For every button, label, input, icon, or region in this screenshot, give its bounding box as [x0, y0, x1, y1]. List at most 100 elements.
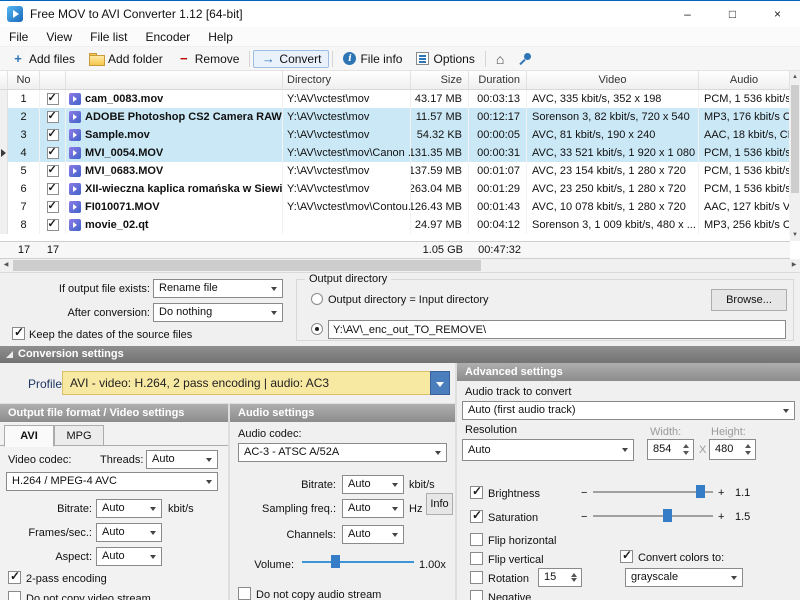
saturation-slider[interactable]	[593, 508, 713, 523]
row-checkbox[interactable]	[47, 183, 59, 195]
file-video-info: AVC, 81 kbit/s, 190 x 240	[527, 126, 699, 144]
brightness-checkbox[interactable]	[470, 486, 483, 499]
home-button[interactable]: ⌂	[489, 50, 511, 68]
row-checkbox[interactable]	[47, 201, 59, 213]
resolution-select[interactable]: Auto	[462, 439, 634, 461]
profile-select[interactable]: AVI - video: H.264, 2 pass encoding | au…	[62, 371, 450, 395]
brightness-slider-thumb[interactable]	[696, 485, 705, 498]
menu-file-list[interactable]: File list	[81, 27, 136, 47]
menu-help[interactable]: Help	[199, 27, 242, 47]
channels-select[interactable]: Auto	[342, 525, 404, 544]
no-copy-video-checkbox[interactable]	[8, 591, 21, 600]
if-output-exists-select[interactable]: Rename file	[153, 279, 283, 298]
scroll-right-icon[interactable]: ▶	[788, 259, 800, 272]
aspect-select[interactable]: Auto	[96, 547, 162, 566]
header-duration[interactable]: Duration	[469, 71, 527, 89]
profile-dropdown-button[interactable]	[430, 371, 450, 395]
rotation-checkbox[interactable]	[470, 571, 483, 584]
scroll-up-icon[interactable]: ▲	[790, 71, 800, 83]
menu-encoder[interactable]: Encoder	[136, 27, 199, 47]
saturation-checkbox[interactable]	[470, 510, 483, 523]
row-checkbox[interactable]	[47, 147, 59, 159]
row-checkbox[interactable]	[47, 93, 59, 105]
scroll-left-icon[interactable]: ◀	[0, 259, 12, 272]
horizontal-scrollbar[interactable]: ◀ ▶	[0, 259, 800, 272]
file-info-button[interactable]: i File info	[336, 50, 409, 68]
header-video[interactable]: Video	[527, 71, 699, 89]
audio-bitrate-select[interactable]: Auto	[342, 475, 404, 494]
browse-button[interactable]: Browse...	[711, 289, 787, 311]
audio-bitrate-label: Bitrate:	[230, 479, 336, 492]
width-input[interactable]: 854	[647, 439, 694, 460]
video-codec-select[interactable]: H.264 / MPEG-4 AVC	[6, 472, 218, 491]
tab-mpg[interactable]: MPG	[54, 425, 104, 446]
same-directory-radio[interactable]	[311, 293, 323, 305]
minimize-button[interactable]: –	[665, 1, 710, 27]
framerate-select[interactable]: Auto	[96, 523, 162, 542]
close-button[interactable]: ×	[755, 1, 800, 27]
video-bitrate-select[interactable]: Auto	[96, 499, 162, 518]
custom-directory-radio[interactable]	[311, 323, 323, 335]
file-row-current[interactable]: 4 MVI_0054.MOV Y:\AV\vctest\mov\Canon ..…	[0, 144, 790, 162]
two-pass-checkbox[interactable]	[8, 571, 21, 584]
file-size: 11.57 MB	[411, 108, 469, 126]
scroll-down-icon[interactable]: ▼	[790, 229, 800, 241]
flip-horizontal-checkbox[interactable]	[470, 533, 483, 546]
file-row[interactable]: 7 FI010071.MOV Y:\AV\vctest\mov\Contou..…	[0, 198, 790, 216]
row-checkbox[interactable]	[47, 129, 59, 141]
file-name-cell: Sample.mov	[66, 126, 283, 144]
conversion-settings-bar[interactable]: Conversion settings	[0, 346, 800, 363]
row-checkbox[interactable]	[47, 219, 59, 231]
file-row[interactable]: 6 XII-wieczna kaplica romańska w Siewier…	[0, 180, 790, 198]
remove-button[interactable]: − Remove	[170, 50, 247, 68]
info-button[interactable]: Info	[426, 493, 453, 515]
saturation-slider-thumb[interactable]	[663, 509, 672, 522]
file-list-header: No Directory Size Duration Video Audio	[0, 71, 790, 90]
file-row[interactable]: 8 movie_02.qt 24.97 MB 00:04:12 Sorenson…	[0, 216, 790, 234]
flip-vertical-checkbox[interactable]	[470, 552, 483, 565]
add-files-button[interactable]: + Add files	[4, 50, 82, 68]
header-size[interactable]: Size	[411, 71, 469, 89]
horizontal-scroll-thumb[interactable]	[13, 260, 481, 271]
rotation-input[interactable]: 15	[538, 568, 582, 587]
audio-codec-select[interactable]: AC-3 - ATSC A/52A	[238, 443, 447, 462]
file-row[interactable]: 2 ADOBE Photoshop CS2 Camera RAW Tut... …	[0, 108, 790, 126]
file-size: 263.04 MB	[411, 180, 469, 198]
vertical-scrollbar[interactable]: ▲ ▼	[790, 71, 800, 241]
after-conversion-select[interactable]: Do nothing	[153, 303, 283, 322]
convert-colors-checkbox[interactable]	[620, 550, 633, 563]
volume-label: Volume:	[230, 559, 294, 572]
menu-file[interactable]: File	[0, 27, 37, 47]
output-path-input[interactable]	[328, 320, 786, 339]
brightness-slider[interactable]	[593, 484, 713, 499]
header-audio[interactable]: Audio	[699, 71, 790, 89]
row-checkbox[interactable]	[47, 111, 59, 123]
height-input[interactable]: 480	[709, 439, 756, 460]
header-checkbox[interactable]	[40, 71, 66, 89]
pin-button[interactable]	[511, 50, 539, 68]
negative-checkbox[interactable]	[470, 590, 483, 600]
menu-view[interactable]: View	[37, 27, 81, 47]
audio-track-select[interactable]: Auto (first audio track)	[462, 401, 795, 420]
volume-slider-thumb[interactable]	[331, 555, 340, 568]
sampling-select[interactable]: Auto	[342, 499, 404, 518]
volume-slider[interactable]	[302, 554, 414, 569]
file-row[interactable]: 3 Sample.mov Y:\AV\vctest\mov 54.32 KB 0…	[0, 126, 790, 144]
header-name[interactable]	[66, 71, 283, 89]
add-folder-button[interactable]: Add folder	[82, 50, 170, 68]
keep-dates-checkbox[interactable]	[12, 327, 25, 340]
file-row[interactable]: 5 MVI_0683.MOV Y:\AV\vctest\mov 137.59 M…	[0, 162, 790, 180]
convert-button[interactable]: → Convert	[253, 50, 329, 68]
options-label: Options	[433, 52, 474, 66]
header-directory[interactable]: Directory	[283, 71, 411, 89]
maximize-button[interactable]: □	[710, 1, 755, 27]
convert-colors-select[interactable]: grayscale	[625, 568, 743, 587]
no-copy-audio-checkbox[interactable]	[238, 587, 251, 600]
threads-select[interactable]: Auto	[146, 450, 218, 469]
options-button[interactable]: Options	[409, 50, 481, 68]
row-checkbox[interactable]	[47, 165, 59, 177]
tab-avi[interactable]: AVI	[4, 425, 54, 447]
file-row[interactable]: 1 cam_0083.mov Y:\AV\vctest\mov 43.17 MB…	[0, 90, 790, 108]
header-no[interactable]: No	[8, 71, 40, 89]
vertical-scroll-thumb[interactable]	[791, 85, 799, 193]
